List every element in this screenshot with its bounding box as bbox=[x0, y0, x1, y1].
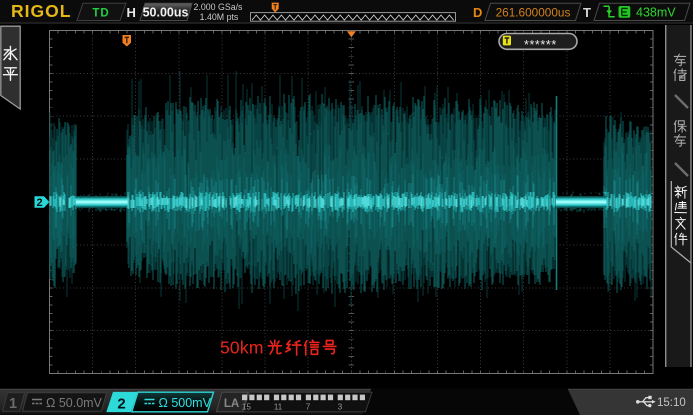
svg-text:2: 2 bbox=[117, 395, 125, 412]
svg-text:Ω 500mV: Ω 500mV bbox=[159, 396, 212, 410]
svg-text:11: 11 bbox=[274, 403, 283, 412]
svg-text:TD: TD bbox=[92, 7, 109, 19]
svg-text:D: D bbox=[473, 5, 482, 20]
svg-text:50.00us: 50.00us bbox=[143, 6, 189, 20]
svg-text:261.600000us: 261.600000us bbox=[496, 5, 571, 19]
svg-text:438mV: 438mV bbox=[636, 6, 676, 20]
svg-text:3: 3 bbox=[338, 403, 343, 412]
svg-text:1.40M pts: 1.40M pts bbox=[200, 12, 239, 22]
svg-text:50km: 50km bbox=[220, 338, 264, 358]
svg-text:2.000 GSa/s: 2.000 GSa/s bbox=[194, 2, 244, 12]
svg-text:LA: LA bbox=[224, 398, 239, 410]
svg-text:H: H bbox=[127, 5, 136, 20]
svg-text:2: 2 bbox=[36, 197, 42, 209]
svg-text:RIGOL: RIGOL bbox=[11, 1, 71, 21]
svg-text:7: 7 bbox=[306, 403, 311, 412]
svg-text:T: T bbox=[583, 5, 591, 20]
svg-text:1: 1 bbox=[9, 396, 17, 412]
svg-text:15:10: 15:10 bbox=[657, 397, 686, 409]
svg-text:******: ****** bbox=[524, 38, 557, 52]
svg-text:15: 15 bbox=[242, 403, 251, 412]
svg-text:Ω 50.0mV: Ω 50.0mV bbox=[46, 396, 103, 410]
